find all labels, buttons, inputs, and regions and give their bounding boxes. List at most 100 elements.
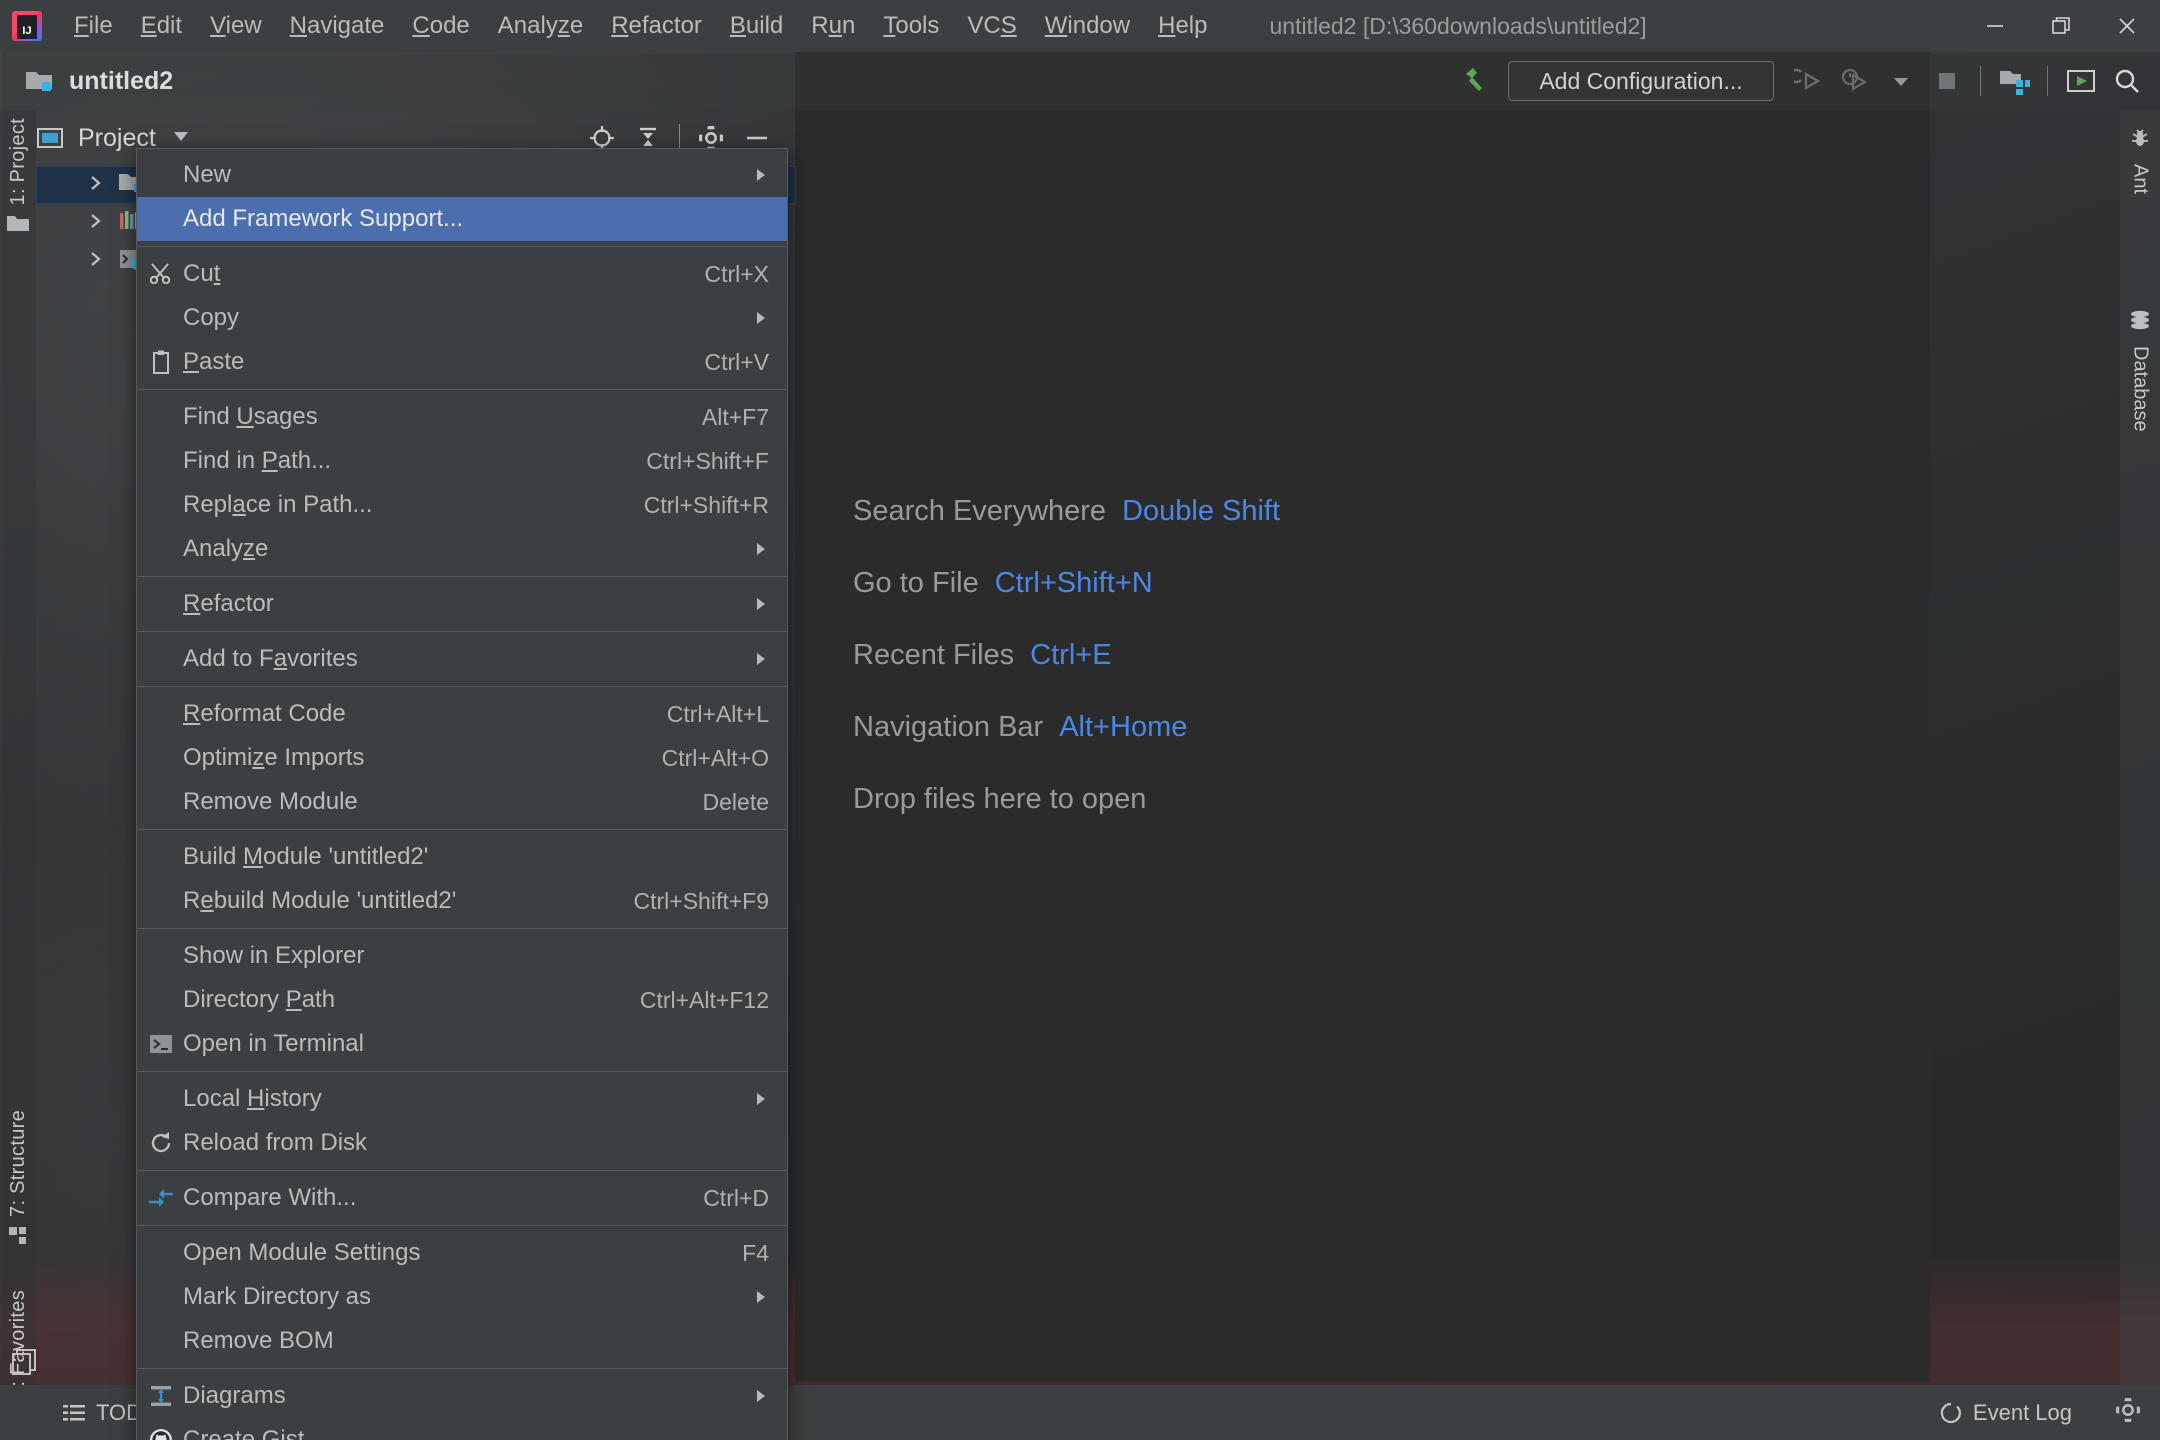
context-menu-item[interactable]: Find in Path... Ctrl+Shift+F <box>137 439 787 483</box>
submenu-arrow-icon <box>753 1288 769 1306</box>
chevron-down-icon[interactable] <box>1878 58 1924 104</box>
menubar-item-edit[interactable]: Edit <box>127 10 196 42</box>
context-menu-item[interactable]: Mark Directory as <box>137 1275 787 1319</box>
editor-hint-label: Go to File <box>853 567 979 599</box>
context-menu-item-shortcut: Alt+F7 <box>701 403 769 430</box>
editor-hint-shortcut: Ctrl+E <box>1030 639 1112 671</box>
context-menu-item-label: Reformat Code <box>183 700 346 727</box>
build-hammer-icon[interactable] <box>1460 64 1494 98</box>
context-menu-item[interactable]: Refactor <box>137 582 787 626</box>
context-menu-item[interactable]: Open Module Settings F4 <box>137 1231 787 1275</box>
chevron-down-icon[interactable] <box>170 127 192 150</box>
sidebar-item-ant[interactable]: Ant <box>2120 126 2160 194</box>
context-menu-item[interactable]: Show in Explorer <box>137 934 787 978</box>
context-menu-item[interactable]: Reformat Code Ctrl+Alt+L <box>137 692 787 736</box>
module-folder-icon <box>26 72 52 91</box>
context-menu-item[interactable]: Cut Ctrl+X <box>137 252 787 296</box>
menu-divider <box>137 1071 787 1072</box>
window-title: untitled2 [D:\360downloads\untitled2] <box>1269 12 1647 39</box>
editor-hint-row: Navigation Bar Alt+Home <box>853 711 1280 744</box>
menubar-item-window[interactable]: Window <box>1031 10 1144 42</box>
chevron-right-icon[interactable] <box>88 173 104 198</box>
context-menu-item-label: Find Usages <box>183 403 318 430</box>
context-menu-item-label: Directory Path <box>183 986 336 1013</box>
context-menu-item-label: Rebuild Module 'untitled2' <box>183 887 457 914</box>
debug-icon[interactable] <box>1832 58 1878 104</box>
context-menu-item[interactable]: Find Usages Alt+F7 <box>137 395 787 439</box>
context-menu-item[interactable]: Replace in Path... Ctrl+Shift+R <box>137 483 787 527</box>
context-menu-item[interactable]: Add to Favorites <box>137 637 787 681</box>
context-menu-item-label: Remove Module <box>183 788 358 815</box>
editor-hint-row: Go to File Ctrl+Shift+N <box>853 567 1280 600</box>
submenu-arrow-icon <box>753 1387 769 1405</box>
chevron-right-icon[interactable] <box>88 211 104 236</box>
context-menu-item[interactable]: Copy <box>137 296 787 340</box>
editor-hint-row: Search Everywhere Double Shift <box>853 495 1280 528</box>
intellij-window: FileEditViewNavigateCodeAnalyzeRefactorB… <box>0 0 2160 1440</box>
event-log-button[interactable]: Event Log <box>1939 1400 2072 1426</box>
run-anything-icon[interactable] <box>2058 58 2104 104</box>
compare-icon <box>147 1184 175 1212</box>
restore-button[interactable] <box>2028 0 2094 52</box>
editor-hint-label: Drop files here to open <box>853 783 1147 815</box>
stop-icon[interactable] <box>1924 58 1970 104</box>
context-menu-item-label: New <box>183 161 232 188</box>
menubar-item-navigate[interactable]: Navigate <box>276 10 399 42</box>
editor-hint-label: Search Everywhere <box>853 495 1107 527</box>
menubar-item-refactor[interactable]: Refactor <box>597 10 716 42</box>
menubar-item-tools[interactable]: Tools <box>869 10 953 42</box>
sidebar-item-database[interactable]: Database <box>2120 308 2160 432</box>
context-menu-item[interactable]: Paste Ctrl+V <box>137 340 787 384</box>
context-menu-item[interactable]: Diagrams <box>137 1374 787 1418</box>
title-bar: FileEditViewNavigateCodeAnalyzeRefactorB… <box>0 0 2160 52</box>
context-menu-item[interactable]: Build Module 'untitled2' <box>137 835 787 879</box>
menubar-item-code[interactable]: Code <box>398 10 483 42</box>
minimize-button[interactable] <box>1962 0 2028 52</box>
context-menu-item[interactable]: Remove Module Delete <box>137 780 787 824</box>
menubar-item-analyze[interactable]: Analyze <box>484 10 597 42</box>
menubar-item-view[interactable]: View <box>196 10 276 42</box>
context-menu-item[interactable]: Remove BOM <box>137 1319 787 1363</box>
diagram-icon <box>147 1382 175 1410</box>
preview-panel-icon[interactable] <box>10 1347 40 1382</box>
editor-hint-shortcut: Ctrl+Shift+N <box>994 567 1153 599</box>
search-everywhere-icon[interactable] <box>2104 58 2150 104</box>
editor-hint-row: Drop files here to open <box>853 783 1280 816</box>
context-menu-item[interactable]: Compare With... Ctrl+D <box>137 1176 787 1220</box>
menubar-item-run[interactable]: Run <box>797 10 869 42</box>
clipboard-icon <box>147 348 175 376</box>
context-menu-item[interactable]: Directory Path Ctrl+Alt+F12 <box>137 978 787 1022</box>
chevron-right-icon[interactable] <box>88 249 104 274</box>
project-structure-icon[interactable] <box>1991 58 2037 104</box>
run-icon[interactable] <box>1786 58 1832 104</box>
project-title: untitled2 <box>24 67 173 96</box>
context-menu-item[interactable]: Add Framework Support... <box>137 197 787 241</box>
close-button[interactable] <box>2094 0 2160 52</box>
context-menu-item[interactable]: Local History <box>137 1077 787 1121</box>
todo-list-icon <box>63 1404 85 1420</box>
left-tool-strip: 1: Project 7: Structure 2: Favorites <box>0 110 36 1430</box>
context-menu-item[interactable]: Analyze <box>137 527 787 571</box>
context-menu-item-shortcut: Ctrl+Shift+F9 <box>633 887 770 914</box>
context-menu-item[interactable]: Rebuild Module 'untitled2' Ctrl+Shift+F9 <box>137 879 787 923</box>
context-menu-item[interactable]: Optimize Imports Ctrl+Alt+O <box>137 736 787 780</box>
sidebar-item-project[interactable]: 1: Project <box>0 118 36 239</box>
folder-icon <box>6 213 30 239</box>
settings-gear-icon[interactable] <box>2114 1396 2142 1429</box>
context-menu-item[interactable]: Reload from Disk <box>137 1121 787 1165</box>
context-menu-item-shortcut: Ctrl+Alt+L <box>666 700 769 727</box>
add-configuration-button[interactable]: Add Configuration... <box>1508 61 1774 101</box>
menubar-item-file[interactable]: File <box>60 10 127 42</box>
context-menu-item[interactable]: New <box>137 153 787 197</box>
sidebar-item-database-label: Database <box>2129 346 2152 432</box>
menubar-item-vcs[interactable]: VCS <box>953 10 1030 42</box>
editor-hints: Search Everywhere Double Shift Go to File C… <box>853 495 1280 855</box>
context-menu-item[interactable]: Open in Terminal <box>137 1022 787 1066</box>
editor-hint-label: Navigation Bar <box>853 711 1044 743</box>
terminal-icon <box>147 1030 175 1058</box>
menubar-item-help[interactable]: Help <box>1144 10 1221 42</box>
context-menu-item-label: Add Framework Support... <box>183 205 464 232</box>
sidebar-item-structure[interactable]: 7: Structure <box>0 1110 36 1253</box>
context-menu-item[interactable]: Create Gist... <box>137 1418 787 1440</box>
menubar-item-build[interactable]: Build <box>716 10 797 42</box>
